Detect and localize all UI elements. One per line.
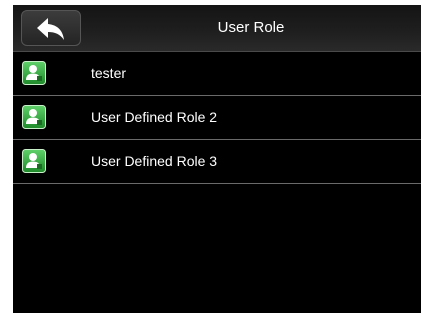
role-label: User Defined Role 3 bbox=[91, 153, 218, 169]
list-item-role-2[interactable]: User Defined Role 2 bbox=[13, 96, 421, 140]
device-screen: User Role tester User Defined Role 2 Use… bbox=[13, 5, 421, 313]
back-button[interactable] bbox=[21, 10, 81, 46]
user-role-icon bbox=[22, 61, 46, 85]
list-item-role-3[interactable]: User Defined Role 3 bbox=[13, 140, 421, 184]
role-label: User Defined Role 2 bbox=[91, 109, 218, 125]
role-label: tester bbox=[91, 65, 127, 81]
back-arrow-icon bbox=[37, 18, 64, 40]
title-bar: User Role bbox=[13, 5, 421, 52]
role-list: tester User Defined Role 2 User Defined … bbox=[13, 52, 421, 184]
user-role-icon bbox=[22, 149, 46, 173]
page-title: User Role bbox=[217, 19, 285, 36]
list-item-role-tester[interactable]: tester bbox=[13, 52, 421, 96]
user-role-icon bbox=[22, 105, 46, 129]
